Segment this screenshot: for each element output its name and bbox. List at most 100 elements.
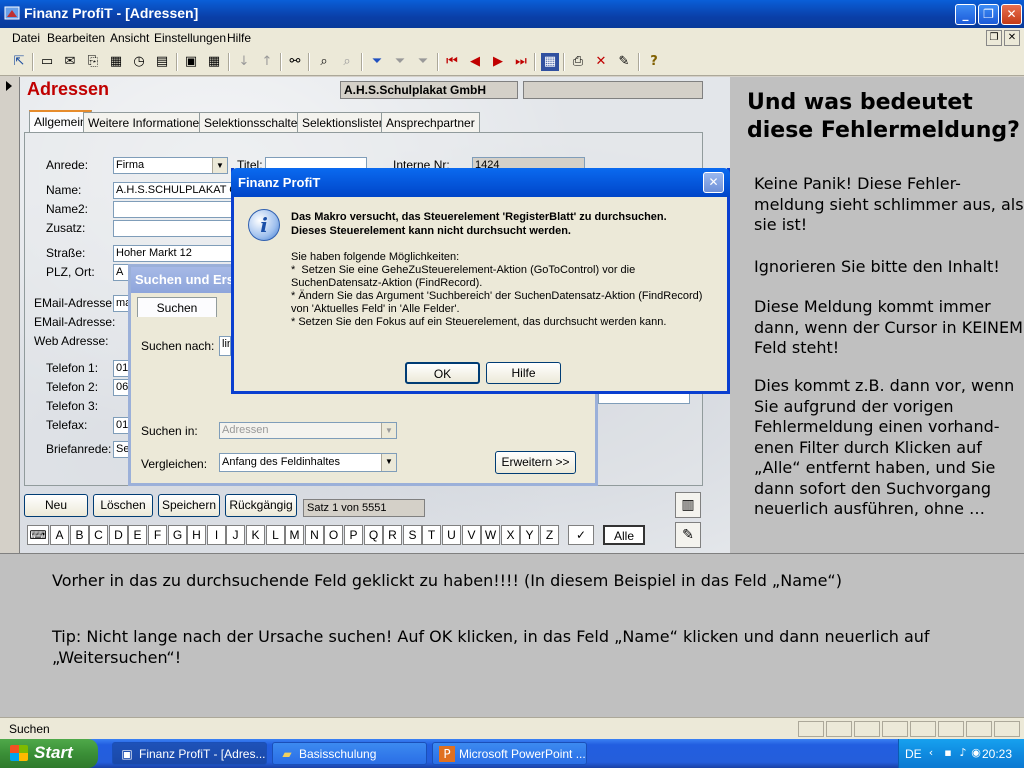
- filter-apply-icon[interactable]: ⏷: [391, 53, 409, 71]
- keyboard-icon[interactable]: ⌨: [27, 525, 49, 545]
- sort-descending-icon[interactable]: ↑: [258, 53, 276, 71]
- letter-m-button[interactable]: M: [285, 525, 304, 545]
- grid-icon[interactable]: ▦: [541, 53, 559, 71]
- letter-i-button[interactable]: I: [207, 525, 226, 545]
- letter-w-button[interactable]: W: [481, 525, 500, 545]
- alle-button[interactable]: Alle: [603, 525, 645, 545]
- letter-s-button[interactable]: S: [403, 525, 422, 545]
- tab-ansprechpartner[interactable]: Ansprechpartner: [381, 112, 480, 132]
- strasse-field[interactable]: Hoher Markt 12: [113, 245, 238, 262]
- name2-field[interactable]: [113, 201, 238, 218]
- letter-t-button[interactable]: T: [422, 525, 441, 545]
- notepad-icon[interactable]: ✎: [675, 522, 701, 548]
- chevron-down-icon[interactable]: ▼: [212, 158, 227, 173]
- tab-selektionsschalter[interactable]: Selektionsschalter: [199, 112, 307, 132]
- letter-l-button[interactable]: L: [266, 525, 285, 545]
- mdi-restore-icon[interactable]: ❐: [986, 30, 1002, 46]
- letter-c-button[interactable]: C: [89, 525, 108, 545]
- letter-f-button[interactable]: F: [148, 525, 167, 545]
- erweitern-button[interactable]: Erweitern >>: [495, 451, 576, 474]
- hilfe-button[interactable]: Hilfe: [486, 362, 561, 384]
- tab-weitere-informationen[interactable]: Weitere Informationen: [83, 112, 211, 132]
- tab-selektionslisten[interactable]: Selektionslisten: [297, 112, 391, 132]
- letter-h-button[interactable]: H: [187, 525, 206, 545]
- chevron-down-icon[interactable]: ▼: [381, 423, 396, 438]
- letter-a-button[interactable]: A: [50, 525, 69, 545]
- security-icon[interactable]: ◉: [969, 746, 983, 760]
- tab-suchen[interactable]: Suchen: [137, 297, 217, 317]
- mdi-close-icon[interactable]: ✕: [1004, 30, 1020, 46]
- calculator-icon[interactable]: ▦: [107, 53, 125, 71]
- letter-r-button[interactable]: R: [383, 525, 402, 545]
- taskbar-item-finanz[interactable]: ▣ Finanz ProfiT - [Adres...: [112, 742, 267, 765]
- restore-icon[interactable]: ❐: [978, 4, 999, 25]
- chevron-left-icon[interactable]: ‹: [924, 746, 938, 760]
- letter-z-button[interactable]: Z: [540, 525, 559, 545]
- menu-datei[interactable]: Datei: [12, 31, 40, 45]
- zoom-icon[interactable]: ⌕: [338, 53, 356, 71]
- letter-d-button[interactable]: D: [109, 525, 128, 545]
- taskbar-item-basisschulung[interactable]: ▰ Basisschulung: [272, 742, 427, 765]
- start-button[interactable]: Start: [0, 739, 98, 768]
- suchen-nach-field[interactable]: lin: [219, 336, 231, 356]
- vergleichen-combo[interactable]: Anfang des Feldinhaltes ▼: [219, 453, 397, 472]
- next-record-icon[interactable]: ▶: [489, 53, 507, 71]
- letter-x-button[interactable]: X: [501, 525, 520, 545]
- anrede-combo[interactable]: Firma ▼: [113, 157, 228, 174]
- record-selector[interactable]: [0, 77, 20, 553]
- name-field[interactable]: A.H.S.SCHULPLAKAT G: [113, 182, 238, 199]
- menu-ansicht[interactable]: Ansicht: [110, 31, 149, 45]
- stack-icon[interactable]: ▤: [153, 53, 171, 71]
- letter-q-button[interactable]: Q: [364, 525, 383, 545]
- filter-icon[interactable]: ⏷: [368, 53, 386, 71]
- spelling-check-icon[interactable]: ✓: [568, 525, 594, 545]
- print-preview-icon[interactable]: ▭: [38, 53, 56, 71]
- table-view-icon[interactable]: ▦: [205, 53, 223, 71]
- menu-einstellungen[interactable]: Einstellungen: [154, 31, 226, 45]
- menu-bearbeiten[interactable]: Bearbeiten: [47, 31, 105, 45]
- filter-remove-icon[interactable]: ⏷: [414, 53, 432, 71]
- taskbar-item-powerpoint[interactable]: P Microsoft PowerPoint ...: [432, 742, 587, 765]
- first-record-icon[interactable]: ⏮: [443, 53, 461, 71]
- volume-icon[interactable]: ♪: [956, 746, 970, 760]
- close-icon[interactable]: ✕: [1001, 4, 1022, 25]
- last-record-icon[interactable]: ⏭: [512, 53, 530, 71]
- letter-b-button[interactable]: B: [70, 525, 89, 545]
- menu-hilfe[interactable]: Hilfe: [227, 31, 251, 45]
- letter-p-button[interactable]: P: [344, 525, 363, 545]
- copy-icon[interactable]: ⎘: [84, 53, 102, 71]
- suchen-in-combo[interactable]: Adressen ▼: [219, 422, 397, 439]
- letter-u-button[interactable]: U: [442, 525, 461, 545]
- network-icon[interactable]: ▪: [941, 746, 955, 760]
- sort-ascending-icon[interactable]: ↓: [235, 53, 253, 71]
- delete-icon[interactable]: ✕: [592, 53, 610, 71]
- help-icon[interactable]: ?: [645, 53, 663, 71]
- edit-icon[interactable]: ✎: [615, 53, 633, 71]
- letter-v-button[interactable]: V: [462, 525, 481, 545]
- neu-button[interactable]: Neu: [24, 494, 88, 517]
- zoom-page-icon[interactable]: ⌕: [315, 53, 333, 71]
- clock-icon[interactable]: ◷: [130, 53, 148, 71]
- minimize-icon[interactable]: _: [955, 4, 976, 25]
- printer-icon[interactable]: ⎙: [569, 53, 587, 71]
- letter-j-button[interactable]: J: [226, 525, 245, 545]
- close-icon[interactable]: ✕: [703, 172, 724, 193]
- letter-k-button[interactable]: K: [246, 525, 265, 545]
- binoculars-icon[interactable]: ⚯: [286, 53, 304, 71]
- chevron-down-icon[interactable]: ▼: [381, 454, 396, 471]
- rueckgaengig-button[interactable]: Rückgängig: [225, 494, 297, 517]
- finanz-app-icon[interactable]: [4, 5, 20, 21]
- speichern-button[interactable]: Speichern: [158, 494, 220, 517]
- letter-e-button[interactable]: E: [128, 525, 147, 545]
- letter-y-button[interactable]: Y: [520, 525, 539, 545]
- previous-record-icon[interactable]: ◀: [466, 53, 484, 71]
- note-icon[interactable]: ✉: [61, 53, 79, 71]
- letter-g-button[interactable]: G: [168, 525, 187, 545]
- language-indicator[interactable]: DE: [905, 747, 922, 761]
- exit-icon[interactable]: ⇱: [10, 53, 28, 71]
- archive-icon[interactable]: ▥: [675, 492, 701, 518]
- zusatz-field[interactable]: [113, 220, 238, 237]
- letter-o-button[interactable]: O: [324, 525, 343, 545]
- loeschen-button[interactable]: Löschen: [93, 494, 153, 517]
- letter-n-button[interactable]: N: [305, 525, 324, 545]
